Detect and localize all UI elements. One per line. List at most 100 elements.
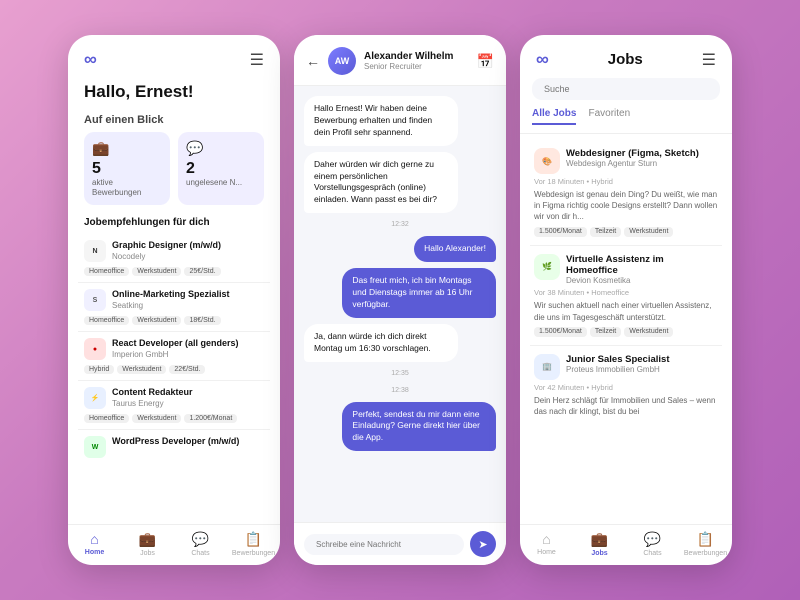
message-bubble: Hallo Ernest! Wir haben deine Bewerbung … xyxy=(304,96,458,146)
job-title: React Developer (all genders) xyxy=(112,338,264,349)
left-screen: ∞ ☰ Hallo, Ernest! Auf einen Blick 💼 5 a… xyxy=(68,35,280,565)
tag: Teilzeit xyxy=(590,327,621,337)
jobs-meta: Vor 42 Minuten • Hybrid xyxy=(534,383,718,392)
tag: Homeoffice xyxy=(84,316,129,325)
search-input[interactable] xyxy=(532,78,720,100)
chat-input-area: ➤ xyxy=(294,522,506,565)
jobs-card-company: Proteus Immobilien GmbH xyxy=(566,365,670,374)
greeting-text: Hallo, Ernest! xyxy=(84,82,264,102)
jobs-card-company: Webdesign Agentur Sturn xyxy=(566,159,699,168)
greeting: Hallo, Ernest! xyxy=(68,78,280,110)
calendar-icon[interactable]: 📅 xyxy=(477,53,494,70)
proteus-logo: 🏢 xyxy=(534,354,560,380)
taurus-logo: ⚡ xyxy=(84,387,106,409)
tag: 18€/Std. xyxy=(184,316,220,325)
hamburger-icon[interactable]: ☰ xyxy=(250,50,264,70)
jobs-card-title: Webdesigner (Figma, Sketch) xyxy=(566,148,699,159)
nav-item-chats-right[interactable]: 💬 Chats xyxy=(626,531,679,557)
nav-item-chats[interactable]: 💬 Chats xyxy=(174,531,227,557)
list-item[interactable]: W WordPress Developer (m/w/d) xyxy=(78,430,270,467)
tag: Werkstudent xyxy=(132,414,181,423)
list-item[interactable]: 🎨 Webdesigner (Figma, Sketch) Webdesign … xyxy=(530,140,722,246)
job-company: Taurus Energy xyxy=(112,399,264,408)
message-time: 12:38 xyxy=(304,387,496,394)
nav-item-jobs[interactable]: 💼 Jobs xyxy=(121,531,174,557)
right-screen: ∞ Jobs ☰ Alle Jobs Favoriten 🎨 Webdesign… xyxy=(520,35,732,565)
tab-all-jobs[interactable]: Alle Jobs xyxy=(532,108,576,125)
stat-unread-label: ungelesene N... xyxy=(186,178,242,188)
jobs-card-company: Devion Kosmetika xyxy=(566,276,718,285)
stat-active-label: aktive Bewerbungen xyxy=(92,178,162,197)
webdesign-logo: 🎨 xyxy=(534,148,560,174)
nav-item-bewerbungen[interactable]: 📋 Bewerbungen xyxy=(227,531,280,557)
chats-icon: 💬 xyxy=(192,531,209,548)
chats-icon-right: 💬 xyxy=(644,531,661,548)
nav-label: Home xyxy=(537,549,556,556)
bewerbungen-icon: 📋 xyxy=(245,531,262,548)
message-bubble: Das freut mich, ich bin Montags und Dien… xyxy=(342,268,496,318)
jobs-card-info: Junior Sales Specialist Proteus Immobili… xyxy=(566,354,670,374)
jobs-card-info: Webdesigner (Figma, Sketch) Webdesign Ag… xyxy=(566,148,699,168)
nav-label: Chats xyxy=(643,550,661,557)
tag: Werkstudent xyxy=(624,227,673,237)
jobs-tags: 1.500€/Monat Teilzeit Werkstudent xyxy=(534,327,718,337)
list-item[interactable]: S Online-Marketing Spezialist Seatking H… xyxy=(78,283,270,332)
bottom-nav-right: ⌂ Home 💼 Jobs 💬 Chats 📋 Bewerbungen xyxy=(520,524,732,565)
wordpress-logo: W xyxy=(84,436,106,458)
nav-item-home[interactable]: ⌂ Home xyxy=(68,531,121,557)
job-title: Graphic Designer (m/w/d) xyxy=(112,240,264,251)
list-item[interactable]: 🏢 Junior Sales Specialist Proteus Immobi… xyxy=(530,346,722,429)
list-item[interactable]: ⚡ Content Redakteur Taurus Energy Homeof… xyxy=(78,381,270,430)
job-info: Content Redakteur Taurus Energy xyxy=(112,387,264,408)
message-time: 12:32 xyxy=(304,221,496,228)
tag: Werkstudent xyxy=(132,267,181,276)
message-bubble: Hallo Alexander! xyxy=(414,236,496,262)
left-top-bar: ∞ ☰ xyxy=(68,35,280,78)
tab-favorites[interactable]: Favoriten xyxy=(588,108,630,125)
list-item[interactable]: 🌿 Virtuelle Assistenz im Homeoffice Devi… xyxy=(530,246,722,346)
home-icon-right: ⌂ xyxy=(542,531,550,547)
seatking-logo: S xyxy=(84,289,106,311)
tag: Werkstudent xyxy=(132,316,181,325)
back-arrow-icon[interactable]: ← xyxy=(306,53,320,69)
nav-item-jobs-right[interactable]: 💼 Jobs xyxy=(573,531,626,557)
tag: 25€/Std. xyxy=(184,267,220,276)
logo-icon: ∞ xyxy=(84,49,97,70)
job-info: Online-Marketing Spezialist Seatking xyxy=(112,289,264,310)
tag: Homeoffice xyxy=(84,267,129,276)
jobs-card-info: Virtuelle Assistenz im Homeoffice Devion… xyxy=(566,254,718,286)
tabs-row: Alle Jobs Favoriten xyxy=(520,108,732,134)
tag: Homeoffice xyxy=(84,414,129,423)
nav-item-bewerbungen-right[interactable]: 📋 Bewerbungen xyxy=(679,531,732,557)
tag: Werkstudent xyxy=(624,327,673,337)
jobs-card-title: Junior Sales Specialist xyxy=(566,354,670,365)
send-button[interactable]: ➤ xyxy=(470,531,496,557)
nav-label: Jobs xyxy=(591,550,607,557)
tag: 1.500€/Monat xyxy=(534,327,587,337)
chat-input[interactable] xyxy=(304,534,464,555)
stat-card-unread[interactable]: 💬 2 ungelesene N... xyxy=(178,132,264,205)
tag: 1.200€/Monat xyxy=(184,414,237,423)
jobs-description: Dein Herz schlägt für Immobilien und Sal… xyxy=(534,395,718,417)
list-item[interactable]: N Graphic Designer (m/w/d) Nocodely Home… xyxy=(78,234,270,283)
auf-einen-blick-title: Auf einen Blick xyxy=(68,110,280,132)
nav-label: Home xyxy=(85,549,104,556)
chat-name: Alexander Wilhelm xyxy=(364,51,469,62)
list-item[interactable]: ● React Developer (all genders) Imperion… xyxy=(78,332,270,381)
job-tags: Homeoffice Werkstudent 18€/Std. xyxy=(84,316,264,325)
screens-container: ∞ ☰ Hallo, Ernest! Auf einen Blick 💼 5 a… xyxy=(68,35,732,565)
job-info: WordPress Developer (m/w/d) xyxy=(112,436,264,447)
tag: 22€/Std. xyxy=(169,365,205,374)
hamburger-icon-right[interactable]: ☰ xyxy=(702,50,716,70)
jobs-icon: 💼 xyxy=(139,531,156,548)
tag: 1.500€/Monat xyxy=(534,227,587,237)
nav-item-home-right[interactable]: ⌂ Home xyxy=(520,531,573,557)
message-time: 12:35 xyxy=(304,370,496,377)
jobs-meta: Vor 18 Minuten • Hybrid xyxy=(534,177,718,186)
jobs-tags: 1.500€/Monat Teilzeit Werkstudent xyxy=(534,227,718,237)
stat-active-number: 5 xyxy=(92,160,101,178)
jobs-card-title: Virtuelle Assistenz im Homeoffice xyxy=(566,254,718,277)
stat-card-active[interactable]: 💼 5 aktive Bewerbungen xyxy=(84,132,170,205)
job-company: Nocodely xyxy=(112,252,264,261)
chat-header: ← AW Alexander Wilhelm Senior Recruiter … xyxy=(294,35,506,86)
